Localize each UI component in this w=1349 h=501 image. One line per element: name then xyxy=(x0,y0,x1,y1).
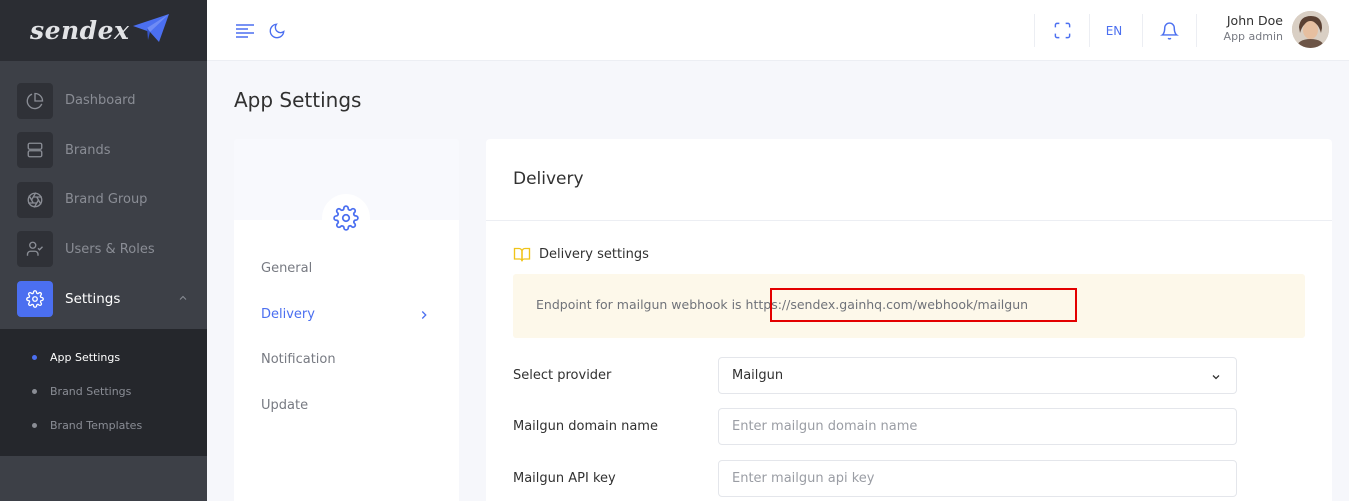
submenu-item-label: Brand Settings xyxy=(50,385,132,398)
provider-selected-value: Mailgun xyxy=(732,368,784,383)
tab-update[interactable]: Update xyxy=(261,398,431,413)
topbar: EN John Doe App admin xyxy=(207,0,1349,61)
settings-nav-card: General Delivery Notification Update xyxy=(234,139,459,501)
section-title: Delivery settings xyxy=(513,247,649,262)
card-title: Delivery xyxy=(486,139,1332,221)
sidebar-item-users-roles[interactable]: Users & Roles xyxy=(0,225,207,275)
tab-label: Update xyxy=(261,398,309,413)
dark-mode-toggle[interactable] xyxy=(266,0,288,61)
bullet-icon xyxy=(32,423,37,428)
sidebar-item-label: Dashboard xyxy=(65,93,136,109)
provider-select[interactable]: Mailgun xyxy=(718,357,1237,394)
user-role: App admin xyxy=(1223,30,1283,43)
submenu-item-label: App Settings xyxy=(50,351,121,364)
submenu-item-app-settings[interactable]: App Settings xyxy=(0,341,207,375)
user-check-icon xyxy=(17,231,53,268)
bullet-icon xyxy=(32,389,37,394)
divider xyxy=(1089,14,1090,47)
submenu-item-brand-templates[interactable]: Brand Templates xyxy=(0,409,207,443)
chevron-down-icon xyxy=(1210,371,1222,387)
page-title: App Settings xyxy=(234,88,362,112)
divider xyxy=(1142,14,1143,47)
maximize-icon xyxy=(1054,22,1070,39)
tab-notification[interactable]: Notification xyxy=(261,352,431,367)
bullet-icon xyxy=(32,355,37,360)
sidebar: sendex Dashboard Brands Brand Group User… xyxy=(0,0,207,501)
domain-input[interactable] xyxy=(718,408,1237,445)
settings-badge xyxy=(322,194,370,242)
fullscreen-button[interactable] xyxy=(1050,0,1074,61)
sidebar-item-brand-group[interactable]: Brand Group xyxy=(0,175,207,225)
book-open-icon xyxy=(513,247,531,262)
aperture-icon xyxy=(17,181,53,218)
language-selector[interactable]: EN xyxy=(1100,0,1128,61)
pie-chart-icon xyxy=(17,82,53,119)
menu-toggle-button[interactable] xyxy=(233,0,257,61)
sidebar-item-label: Brand Group xyxy=(65,192,148,208)
api-key-label: Mailgun API key xyxy=(513,471,616,486)
submenu-item-brand-settings[interactable]: Brand Settings xyxy=(0,375,207,409)
provider-label: Select provider xyxy=(513,368,612,383)
domain-label: Mailgun domain name xyxy=(513,419,658,434)
settings-submenu: App Settings Brand Settings Brand Templa… xyxy=(0,328,207,456)
sidebar-item-label: Brands xyxy=(65,142,111,158)
align-left-icon xyxy=(236,23,254,38)
brand-logo[interactable]: sendex xyxy=(0,0,207,61)
sidebar-item-settings[interactable]: Settings xyxy=(0,274,207,324)
api-key-input[interactable] xyxy=(718,460,1237,497)
sidebar-item-dashboard[interactable]: Dashboard xyxy=(0,76,207,126)
settings-icon xyxy=(17,280,53,317)
chevron-right-icon xyxy=(417,308,431,326)
sidebar-nav: Dashboard Brands Brand Group Users & Rol… xyxy=(0,61,207,324)
paper-plane-icon xyxy=(133,13,170,42)
sidebar-item-label: Settings xyxy=(65,290,121,307)
tab-label: General xyxy=(261,261,313,276)
sidebar-item-label: Users & Roles xyxy=(65,241,155,257)
divider xyxy=(1196,14,1197,47)
server-icon xyxy=(17,132,53,169)
brand-name: sendex xyxy=(30,16,130,45)
tab-label: Delivery xyxy=(261,307,315,322)
delivery-card: Delivery Delivery settings Endpoint for … xyxy=(486,139,1332,501)
highlight-annotation xyxy=(770,288,1077,322)
tab-label: Notification xyxy=(261,352,336,367)
settings-icon xyxy=(333,205,359,231)
moon-icon xyxy=(269,22,285,38)
avatar[interactable] xyxy=(1292,11,1329,48)
chevron-up-icon[interactable] xyxy=(177,289,189,308)
bell-icon xyxy=(1159,21,1179,40)
tab-delivery[interactable]: Delivery xyxy=(261,307,431,322)
webhook-note: Endpoint for mailgun webhook is https://… xyxy=(513,274,1305,338)
section-title-text: Delivery settings xyxy=(539,247,649,262)
sidebar-item-brands[interactable]: Brands xyxy=(0,126,207,176)
notifications-button[interactable] xyxy=(1158,0,1180,61)
note-prefix: Endpoint for mailgun webhook is xyxy=(536,297,746,312)
divider xyxy=(1034,14,1035,47)
user-name[interactable]: John Doe xyxy=(1213,13,1283,28)
tab-general[interactable]: General xyxy=(261,261,431,276)
submenu-item-label: Brand Templates xyxy=(50,419,143,432)
